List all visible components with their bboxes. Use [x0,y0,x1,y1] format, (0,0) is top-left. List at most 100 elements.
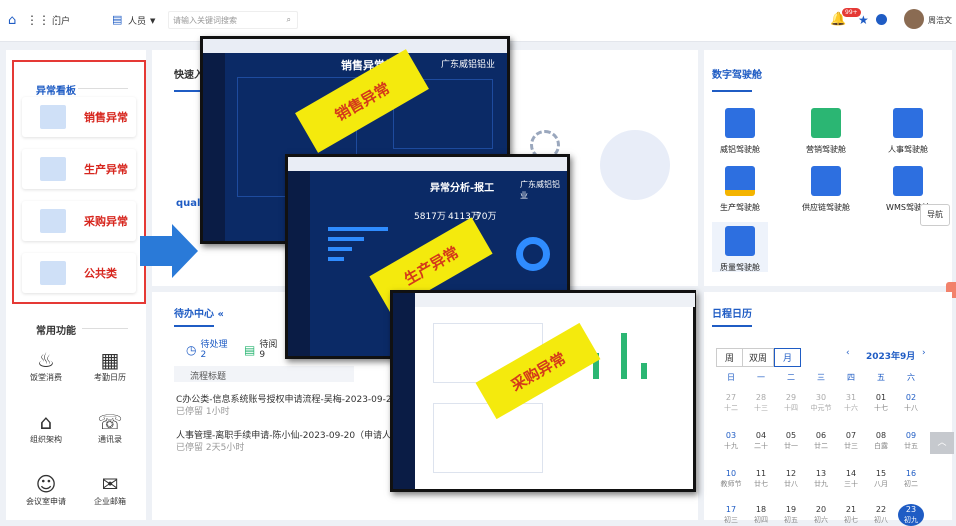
exception-purchase-tile[interactable]: 采购异常 [22,201,136,241]
calendar-day[interactable]: 13 廿九 [808,468,834,490]
day-number: 09 [905,431,917,440]
exception-production-tile[interactable]: 生产异常 [22,149,136,189]
day-number: 31 [845,393,857,402]
cockpit-hr[interactable]: 人事驾驶舱 [880,108,936,155]
calendar-day[interactable]: 15 八月 [868,468,894,490]
day-number: 13 [815,469,827,478]
user-name[interactable]: 周浩文 [928,15,952,26]
calendar-day[interactable]: 04 二十 [748,430,774,452]
calendar-day[interactable]: 29 十四 [778,392,804,414]
cockpit-marketing[interactable]: 营销驾驶舱 [798,108,854,155]
lunar-date: 初四 [754,516,768,524]
next-month-icon[interactable]: › [922,348,926,358]
table-header: 流程标题 [174,366,354,382]
purchase-icon [40,209,66,233]
calendar-day[interactable]: 07 廿三 [838,430,864,452]
day-number: 06 [815,431,827,440]
search-icon[interactable]: ⌕ [287,15,291,25]
lunar-date: 廿八 [784,480,798,488]
production-dashboard-icon [725,166,755,196]
lunar-date: 十九 [724,442,738,450]
lunar-date: 教师节 [720,480,742,488]
day-number: 30 [815,393,827,402]
sidebar [288,157,310,356]
calendar-day[interactable]: 06 廿二 [808,430,834,452]
tab-read[interactable]: ▤ 待阅 9 [244,340,277,360]
cockpit-weilv[interactable]: 威铝驾驶舱 [712,108,768,155]
kpi-value: 5817万 [414,212,446,222]
star-icon[interactable]: ★ [858,13,869,27]
calendar-day[interactable]: 11 廿七 [748,468,774,490]
fn-mail[interactable]: ✉ 企业邮箱 [86,472,134,507]
calendar-day[interactable]: 03 十九 [718,430,744,452]
calendar-day[interactable]: 02 十八 [898,392,924,414]
lunar-date: 初九 [904,516,918,524]
day-number: 21 [845,505,857,514]
calendar-day[interactable]: 12 廿八 [778,468,804,490]
calendar-day[interactable]: 28 十三 [748,392,774,414]
day-number: 20 [815,505,827,514]
divider [82,328,128,329]
fn-meeting[interactable]: ☺ 会议室申请 [22,472,70,507]
exception-public-tile[interactable]: 公共类 [22,253,136,293]
production-org: 广东威铝铝业 [520,180,560,200]
home-icon[interactable]: ⌂ [8,13,16,28]
nav-button[interactable]: 导航 [920,204,950,226]
fn-attendance[interactable]: ▦ 考勤日历 [86,348,134,383]
lunar-date: 初二 [904,480,918,488]
day-number: 17 [725,505,737,514]
search-input[interactable]: 请输入关键词搜索 ⌕ [168,11,298,29]
tab-underline [712,90,752,92]
lunar-date: 十三 [754,404,768,412]
cockpit-supply-chain[interactable]: 供应链驾驶舱 [798,166,854,213]
search-scope-select[interactable]: 人员 ▼ [128,14,155,28]
day-number: 12 [785,469,797,478]
lunar-date: 十二 [724,404,738,412]
screenshot-topbar [415,293,695,307]
fn-contacts[interactable]: ☏ 通讯录 [86,410,134,445]
calendar-day[interactable]: 08 白露 [868,430,894,452]
calendar-day[interactable]: 27 十二 [718,392,744,414]
calendar-day[interactable]: 30 中元节 [808,392,834,414]
lunar-date: 廿一 [784,442,798,450]
fn-dining[interactable]: ♨ 饭堂消费 [22,348,70,383]
bar [621,333,627,379]
calendar-day[interactable]: 05 廿一 [778,430,804,452]
lunar-date: 中元节 [810,404,832,412]
lunar-date: 初六 [814,516,828,524]
chat-icon[interactable] [876,14,887,25]
calendar-day[interactable]: 01 十七 [868,392,894,414]
scroll-top-icon[interactable]: ︿ [930,432,954,454]
view-two-week[interactable]: 双周 [743,348,775,367]
people-icon [893,108,923,138]
prev-month-icon[interactable]: ‹ [846,348,850,358]
day-number: 05 [785,431,797,440]
view-month[interactable]: 月 [774,348,802,367]
lunar-date: 廿七 [754,480,768,488]
calendar-title: 日程日历 [712,309,752,320]
todo-item-meta: 已停留 2天5小时 [176,443,245,453]
calendar-day[interactable]: 10 教师节 [718,468,744,490]
weekday-label: 二 [787,373,795,382]
cockpit-production[interactable]: 生产驾驶舱 [712,166,768,213]
fn-org[interactable]: ⌂ 组织架构 [22,410,70,445]
view-week[interactable]: 周 [716,348,744,367]
lunar-date: 八月 [874,480,888,488]
day-number: 02 [905,393,917,402]
cockpit-quality[interactable]: 质量驾驶舱 [712,222,768,272]
day-number: 07 [845,431,857,440]
day-number: 10 [725,469,737,478]
calendar-day[interactable]: 31 十六 [838,392,864,414]
calendar-day[interactable]: 14 三十 [838,468,864,490]
todo-item-meta: 已停留 1小时 [176,407,230,417]
org-icon: ⌂ [39,410,53,434]
portal-link[interactable]: 门户 [52,14,70,27]
exception-sales-tile[interactable]: 销售异常 [22,97,136,137]
day-number: 16 [905,469,917,478]
calendar-day[interactable]: 16 初二 [898,468,924,490]
calendar-day[interactable]: 09 廿五 [898,430,924,452]
tab-pending[interactable]: ◷ 待处理 2 [186,340,228,360]
day-number: 23 [905,505,917,514]
avatar[interactable] [904,9,924,29]
lunar-date: 十八 [904,404,918,412]
